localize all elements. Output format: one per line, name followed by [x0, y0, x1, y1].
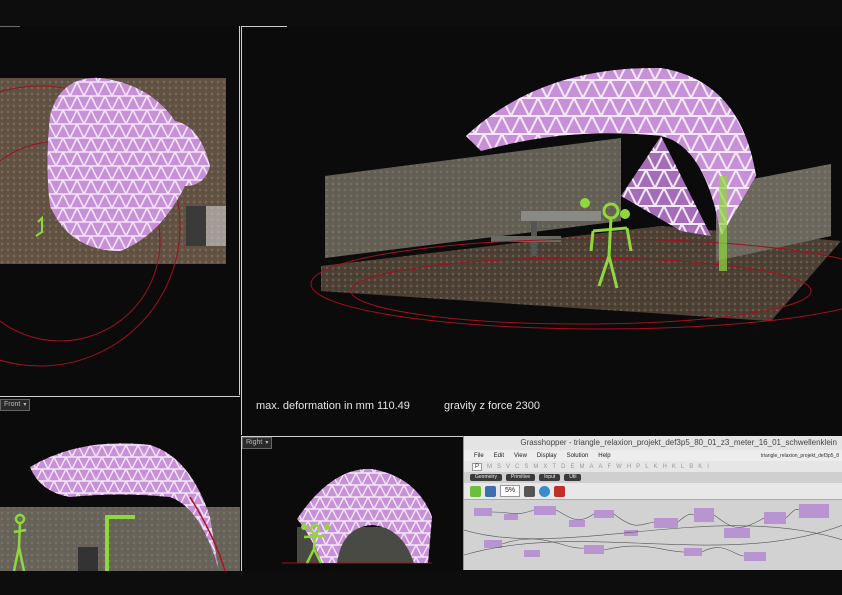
gravity-force-text: gravity z force 2300 [444, 400, 540, 412]
viewport-right[interactable]: Right ▾ [241, 436, 463, 571]
tab-curve[interactable]: C [515, 464, 519, 470]
tab-k3[interactable]: K [698, 464, 702, 470]
tab-m[interactable]: M [579, 464, 584, 470]
open-file-icon[interactable] [470, 485, 481, 497]
viewport-label-front[interactable]: Front ▾ [0, 399, 31, 411]
menu-file[interactable]: File [474, 453, 484, 459]
tab-f[interactable]: F [607, 464, 611, 470]
node-graph [464, 504, 842, 561]
save-file-icon[interactable] [485, 485, 496, 497]
tab-l2[interactable]: L [681, 464, 684, 470]
group-input[interactable]: Input [539, 474, 561, 481]
group-util[interactable]: Util [564, 474, 582, 481]
tab-k[interactable]: K [654, 464, 658, 470]
tab-transform[interactable]: T [552, 464, 556, 470]
document-name[interactable]: triangle_relaxion_projekt_def3p5_8 [761, 453, 839, 459]
menu-view[interactable]: View [514, 453, 527, 459]
chevron-down-icon: ▾ [23, 402, 27, 408]
front-view-scene [0, 443, 240, 571]
tab-surface[interactable]: S [524, 464, 528, 470]
tab-w[interactable]: W [616, 464, 622, 470]
menu-edit[interactable]: Edit [494, 453, 504, 459]
tab-maths[interactable]: M [487, 464, 492, 470]
preview-eye-icon[interactable] [539, 485, 551, 497]
grasshopper-menubar: File Edit View Display Solution Help tri… [464, 450, 842, 461]
chevron-down-icon: ▾ [265, 440, 269, 446]
tab-e[interactable]: E [570, 464, 574, 470]
menu-display[interactable]: Display [537, 453, 557, 459]
tab-h2[interactable]: H [663, 464, 667, 470]
sketch-pen-icon[interactable] [554, 485, 566, 497]
top-view-scene [0, 26, 240, 395]
tab-vector[interactable]: V [506, 464, 510, 470]
grasshopper-canvas[interactable] [464, 500, 842, 570]
tab-params[interactable]: P [472, 462, 483, 471]
component-tabs: P M S V C S M X T D E M A A F W H P L K … [464, 461, 842, 472]
group-geometry[interactable]: Geometry [470, 474, 502, 481]
tab-p[interactable]: P [636, 464, 640, 470]
tab-sets[interactable]: S [497, 464, 501, 470]
menu-solution[interactable]: Solution [567, 453, 589, 459]
tab-mesh[interactable]: M [533, 464, 538, 470]
grasshopper-window[interactable]: Grasshopper - triangle_relaxion_projekt_… [463, 436, 842, 570]
viewport-label-right[interactable]: Right ▾ [242, 437, 273, 449]
tab-intersect[interactable]: X [543, 464, 547, 470]
component-groups: Geometry Primitive Input Util [464, 472, 842, 483]
perspective-scene [241, 26, 842, 435]
tab-i[interactable]: I [707, 464, 709, 470]
canvas-toolbar: 5% [464, 483, 842, 500]
zoom-level[interactable]: 5% [500, 485, 521, 497]
tab-k2[interactable]: K [672, 464, 676, 470]
tab-h[interactable]: H [627, 464, 631, 470]
viewport-top[interactable] [0, 26, 240, 395]
tab-b[interactable]: B [689, 464, 693, 470]
tab-a1[interactable]: A [589, 464, 593, 470]
tab-a2[interactable]: A [598, 464, 602, 470]
zoom-extents-icon[interactable] [524, 485, 536, 497]
viewport-front[interactable]: Front ▾ [0, 396, 240, 571]
group-primitive[interactable]: Primitive [505, 474, 536, 481]
tab-l[interactable]: L [645, 464, 648, 470]
tab-display[interactable]: D [561, 464, 565, 470]
menu-help[interactable]: Help [598, 453, 610, 459]
viewport-perspective[interactable]: max. deformation in mm 110.49 gravity z … [241, 26, 842, 435]
max-deformation-text: max. deformation in mm 110.49 [256, 400, 410, 412]
right-view-scene [282, 468, 432, 564]
grasshopper-title: Grasshopper - triangle_relaxion_projekt_… [464, 436, 842, 450]
